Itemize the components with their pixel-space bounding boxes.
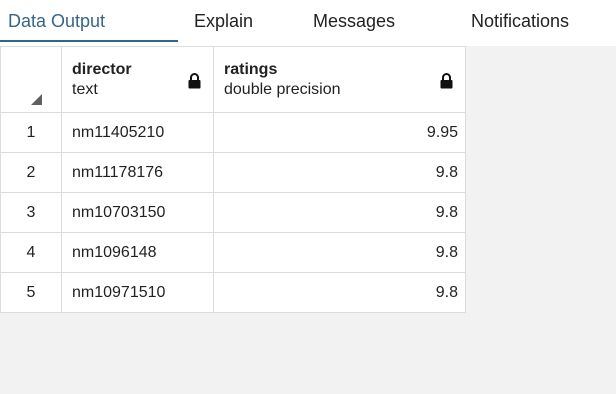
table-row[interactable]: 4 nm1096148 9.8 (0, 232, 466, 273)
cell-director[interactable]: nm10971510 (61, 272, 214, 313)
cell-director[interactable]: nm11405210 (61, 112, 214, 153)
row-number[interactable]: 3 (0, 192, 62, 233)
row-number[interactable]: 1 (0, 112, 62, 153)
table-row[interactable]: 2 nm11178176 9.8 (0, 152, 466, 193)
column-header-director[interactable]: director text (61, 46, 214, 113)
tab-explain[interactable]: Explain (194, 10, 253, 32)
table-row[interactable]: 1 nm11405210 9.95 (0, 112, 466, 153)
table-row[interactable]: 3 nm10703150 9.8 (0, 192, 466, 233)
select-all-corner[interactable] (0, 46, 62, 113)
cell-ratings[interactable]: 9.8 (213, 232, 466, 273)
lock-icon (188, 73, 201, 89)
cell-ratings[interactable]: 9.95 (213, 112, 466, 153)
column-type: text (72, 81, 98, 98)
tab-messages[interactable]: Messages (313, 10, 395, 32)
cell-director[interactable]: nm10703150 (61, 192, 214, 233)
cell-ratings[interactable]: 9.8 (213, 192, 466, 233)
result-tabs: Data Output Explain Messages Notificatio… (0, 0, 616, 46)
cell-director[interactable]: nm1096148 (61, 232, 214, 273)
row-number[interactable]: 5 (0, 272, 62, 313)
select-all-corner-icon (31, 94, 42, 105)
tab-notifications[interactable]: Notifications (471, 10, 569, 32)
table-row[interactable]: 5 nm10971510 9.8 (0, 272, 466, 313)
column-type: double precision (224, 81, 341, 98)
active-tab-indicator (0, 40, 178, 42)
row-number[interactable]: 4 (0, 232, 62, 273)
lock-icon (440, 73, 453, 89)
column-header-ratings[interactable]: ratings double precision (213, 46, 466, 113)
column-name: ratings (224, 61, 278, 78)
data-output-grid: director text ratings double precision 1… (0, 46, 466, 313)
tab-data-output[interactable]: Data Output (8, 10, 105, 32)
cell-director[interactable]: nm11178176 (61, 152, 214, 193)
header-row: director text ratings double precision (0, 46, 466, 113)
cell-ratings[interactable]: 9.8 (213, 272, 466, 313)
row-number[interactable]: 2 (0, 152, 62, 193)
cell-ratings[interactable]: 9.8 (213, 152, 466, 193)
column-name: director (72, 61, 132, 78)
